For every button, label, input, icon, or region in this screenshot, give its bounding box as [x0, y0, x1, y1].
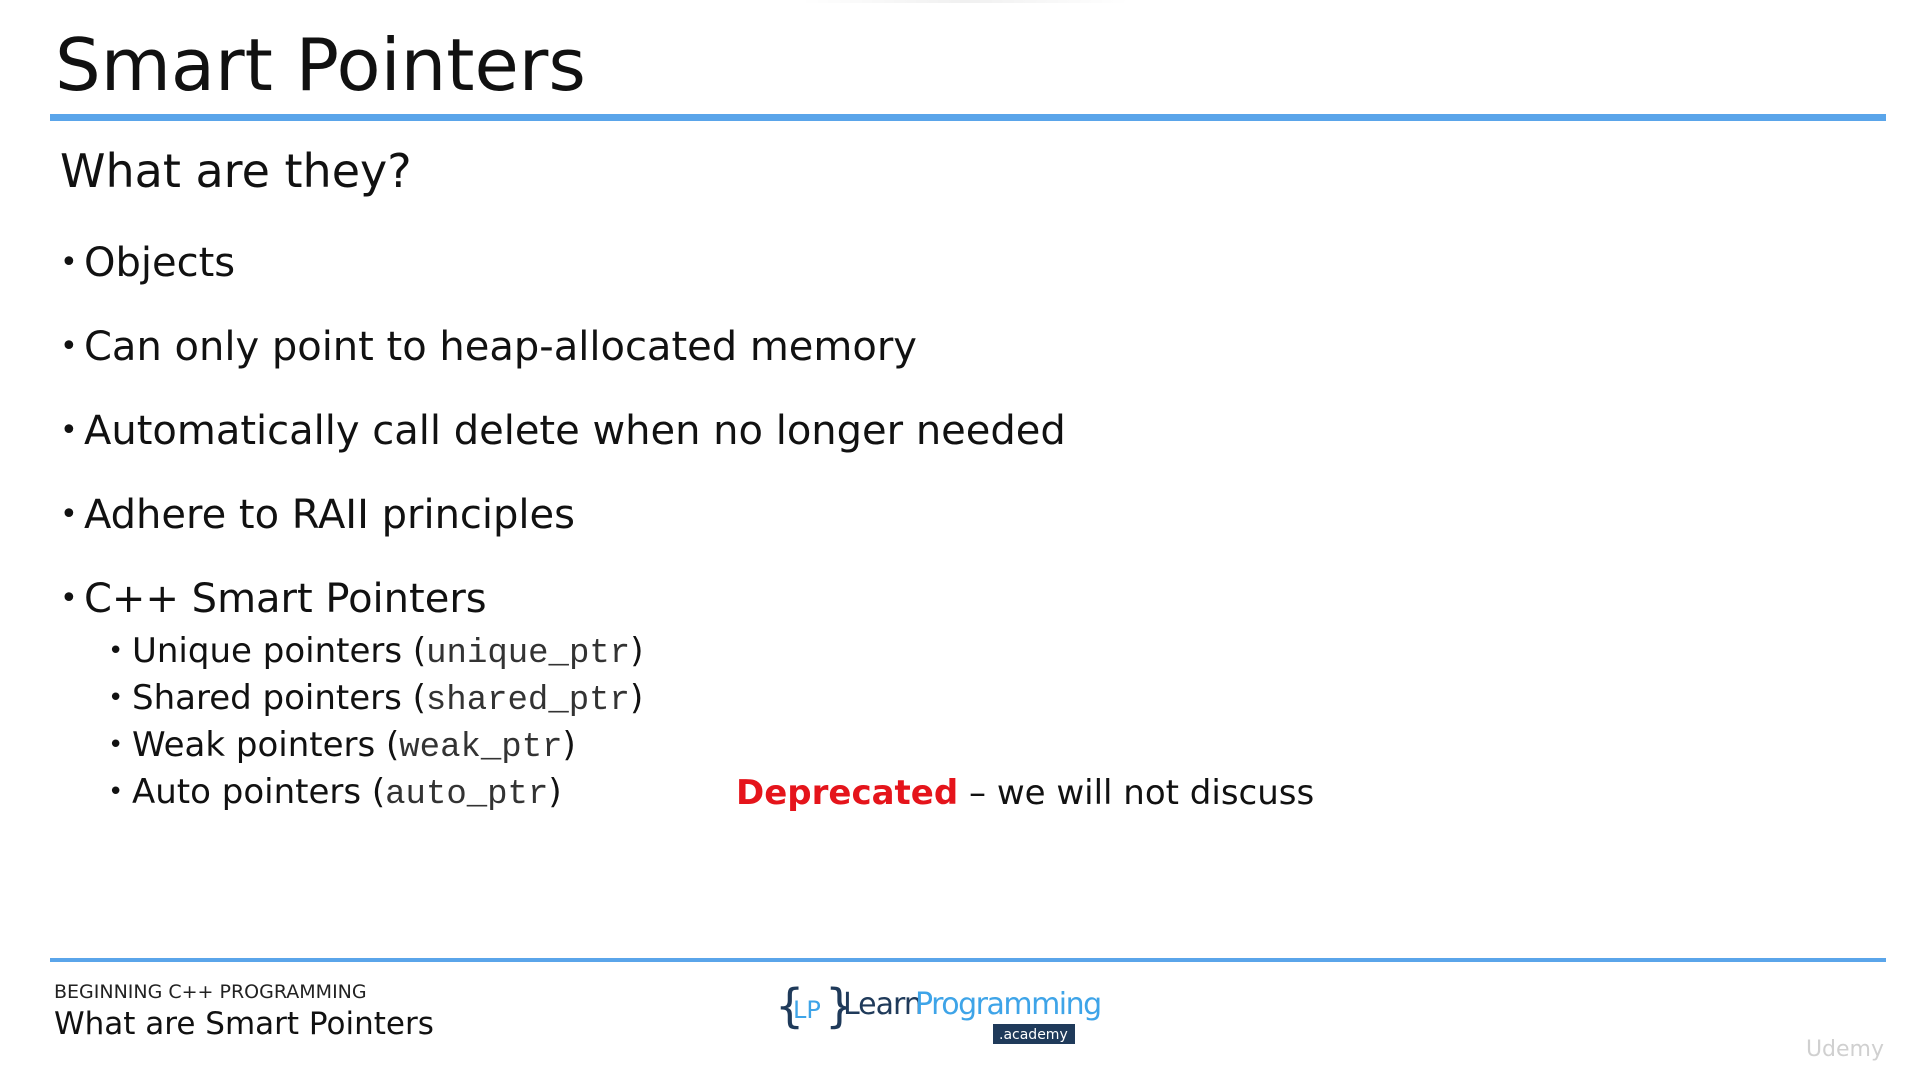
sub-bullet-icon: •: [108, 683, 124, 713]
sub-bullet-label: Weak pointers (: [132, 725, 400, 765]
logo-initials: LP: [793, 996, 821, 1024]
slide-subtitle: What are they?: [60, 144, 412, 198]
lesson-name: What are Smart Pointers: [54, 1006, 434, 1042]
bullet-icon: •: [60, 581, 78, 616]
bullet-item: • Automatically call delete when no long…: [60, 406, 1066, 456]
logo-word-programming: Programming: [915, 987, 1101, 1022]
footer-divider: [50, 958, 1886, 962]
bullet-text: Automatically call delete when no longer…: [84, 408, 1066, 454]
udemy-watermark: Udemy: [1805, 1037, 1884, 1062]
sub-bullet-icon: •: [108, 636, 124, 666]
sub-bullet-close: ): [630, 631, 644, 671]
bullet-icon: •: [60, 497, 78, 532]
code-identifier: unique_ptr: [426, 635, 631, 673]
bullet-item: • Objects: [60, 238, 1066, 288]
sub-bullet-label: Unique pointers (: [132, 631, 427, 671]
bullet-text: C++ Smart Pointers: [84, 576, 487, 622]
bullet-text: Can only point to heap-allocated memory: [84, 324, 917, 370]
logo-word-learn: Learn: [843, 987, 922, 1022]
sub-bullet-close: ): [562, 725, 576, 765]
slide-title: Smart Pointers: [55, 23, 586, 107]
sub-bullet-item: • Auto pointers (auto_ptr): [108, 769, 643, 816]
deprecation-note: Deprecated – we will not discuss: [736, 770, 1314, 817]
sub-bullet-item: • Unique pointers (unique_ptr): [108, 628, 643, 675]
learnprogramming-academy-logo: { LP } Learn Programming .academy: [775, 979, 1102, 1044]
bullet-icon: •: [60, 413, 78, 448]
bullet-list: • Objects • Can only point to heap-alloc…: [60, 238, 1066, 658]
sub-bullet-label: Shared pointers (: [132, 678, 426, 718]
title-divider: [50, 114, 1886, 121]
bullet-item: • C++ Smart Pointers: [60, 574, 1066, 624]
sub-bullet-list: • Unique pointers (unique_ptr) • Shared …: [108, 628, 643, 816]
code-identifier: auto_ptr: [385, 776, 549, 814]
sub-bullet-icon: •: [108, 730, 124, 760]
deprecated-label: Deprecated: [736, 773, 959, 813]
code-identifier: shared_ptr: [425, 682, 630, 720]
bullet-text: Adhere to RAII principles: [84, 492, 575, 538]
bullet-item: • Can only point to heap-allocated memor…: [60, 322, 1066, 372]
bullet-item: • Adhere to RAII principles: [60, 490, 1066, 540]
bullet-icon: •: [60, 245, 78, 280]
sub-bullet-item: • Weak pointers (weak_ptr): [108, 722, 643, 769]
logo-academy-text: .academy: [999, 1027, 1068, 1043]
bullet-icon: •: [60, 329, 78, 364]
sub-bullet-close: ): [629, 678, 644, 718]
course-name: BEGINNING C++ PROGRAMMING: [54, 981, 367, 1003]
sub-bullet-close: ): [548, 772, 562, 812]
code-identifier: weak_ptr: [399, 729, 563, 767]
top-edge-shadow: [800, 0, 1130, 3]
bullet-text: Objects: [84, 240, 236, 286]
sub-bullet-label: Auto pointers (: [132, 772, 386, 812]
sub-bullet-icon: •: [108, 777, 124, 807]
deprecated-comment: – we will not discuss: [958, 773, 1315, 813]
sub-bullet-item: • Shared pointers (shared_ptr): [108, 675, 643, 722]
